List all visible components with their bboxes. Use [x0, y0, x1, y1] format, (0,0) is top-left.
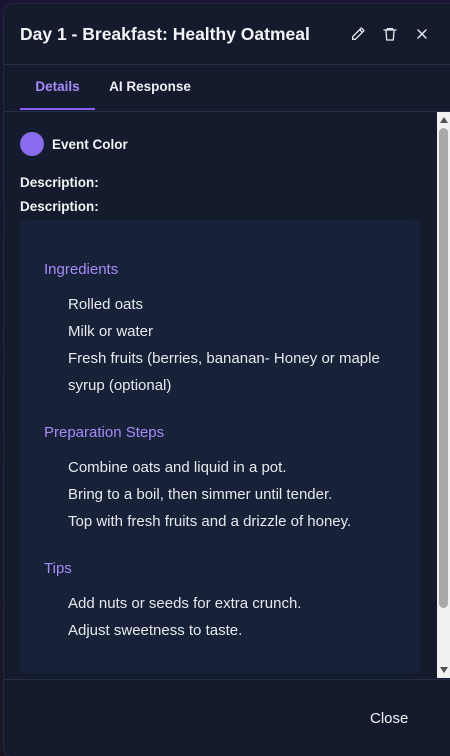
- close-icon: [417, 29, 427, 39]
- event-color-label: Event Color: [52, 136, 128, 152]
- close-button[interactable]: Close: [370, 710, 408, 727]
- dialog-title: Day 1 - Breakfast: Healthy Oatmeal: [20, 24, 310, 44]
- event-color-swatch[interactable]: [20, 132, 44, 156]
- step-item: Top with fresh fruits and a drizzle of h…: [68, 513, 352, 530]
- details-panel: Event Color Description: Description: In…: [4, 112, 450, 678]
- triangle-down-icon: [439, 667, 448, 673]
- ingredient-item: Rolled oats: [68, 296, 144, 313]
- close-dialog-button[interactable]: [411, 23, 433, 45]
- tip-item: Add nuts or seeds for extra crunch.: [68, 595, 302, 612]
- preparation-steps-heading: Preparation Steps: [44, 424, 165, 441]
- tip-item: Adjust sweetness to taste.: [68, 622, 243, 639]
- ingredient-item: Fresh fruits (berries, bananan- Honey or…: [68, 350, 380, 394]
- dialog-footer: Close: [4, 679, 450, 756]
- ingredient-item: Milk or water: [68, 323, 154, 340]
- tab-bar: Details AI Response: [4, 65, 450, 112]
- scroll-up-arrow[interactable]: [437, 113, 450, 127]
- trash-icon: [383, 28, 397, 41]
- step-item: Combine oats and liquid in a pot.: [68, 459, 287, 476]
- pencil-icon: [352, 27, 365, 40]
- tips-heading: Tips: [44, 560, 72, 577]
- ingredients-heading: Ingredients: [44, 261, 119, 278]
- scroll-down-arrow[interactable]: [437, 663, 450, 677]
- vertical-scrollbar[interactable]: [437, 112, 450, 678]
- event-details-dialog: Day 1 - Breakfast: Healthy Oatmeal Detai…: [4, 4, 450, 756]
- scroll-thumb[interactable]: [439, 128, 448, 608]
- event-color-row: Event Color: [20, 132, 128, 156]
- dialog-header: Day 1 - Breakfast: Healthy Oatmeal: [4, 4, 450, 65]
- step-item: Bring to a boil, then simmer until tende…: [68, 486, 333, 503]
- tab-ai-response[interactable]: AI Response: [102, 65, 198, 110]
- tab-details[interactable]: Details: [20, 65, 95, 110]
- edit-button[interactable]: [347, 23, 369, 45]
- delete-button[interactable]: [379, 23, 401, 45]
- description-card: Ingredients Rolled oats Milk or water Fr…: [20, 220, 420, 674]
- description-label: Description:: [20, 199, 99, 214]
- triangle-up-icon: [439, 117, 448, 123]
- description-label: Description:: [20, 175, 99, 190]
